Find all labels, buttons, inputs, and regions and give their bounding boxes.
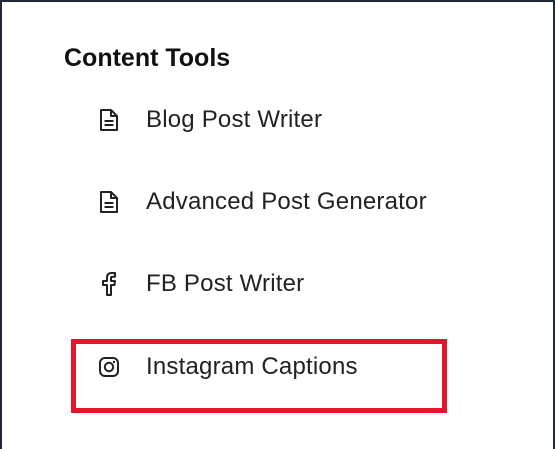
facebook-icon [98, 271, 120, 297]
menu-item-advanced-post-generator[interactable]: Advanced Post Generator [98, 182, 427, 222]
menu-item-blog-post-writer[interactable]: Blog Post Writer [98, 100, 322, 140]
menu-item-label: Instagram Captions [146, 353, 358, 380]
document-icon [98, 189, 120, 215]
section-title: Content Tools [64, 44, 231, 72]
document-icon [98, 107, 120, 133]
menu-item-label: FB Post Writer [146, 270, 305, 297]
menu-item-label: Blog Post Writer [146, 106, 323, 133]
content-tools-panel: Content Tools Blog Post Writer Advanced … [0, 0, 555, 449]
menu-item-fb-post-writer[interactable]: FB Post Writer [98, 264, 304, 304]
instagram-icon [98, 354, 120, 380]
menu-item-label: Advanced Post Generator [146, 188, 427, 215]
menu-item-instagram-captions[interactable]: Instagram Captions [98, 347, 358, 387]
